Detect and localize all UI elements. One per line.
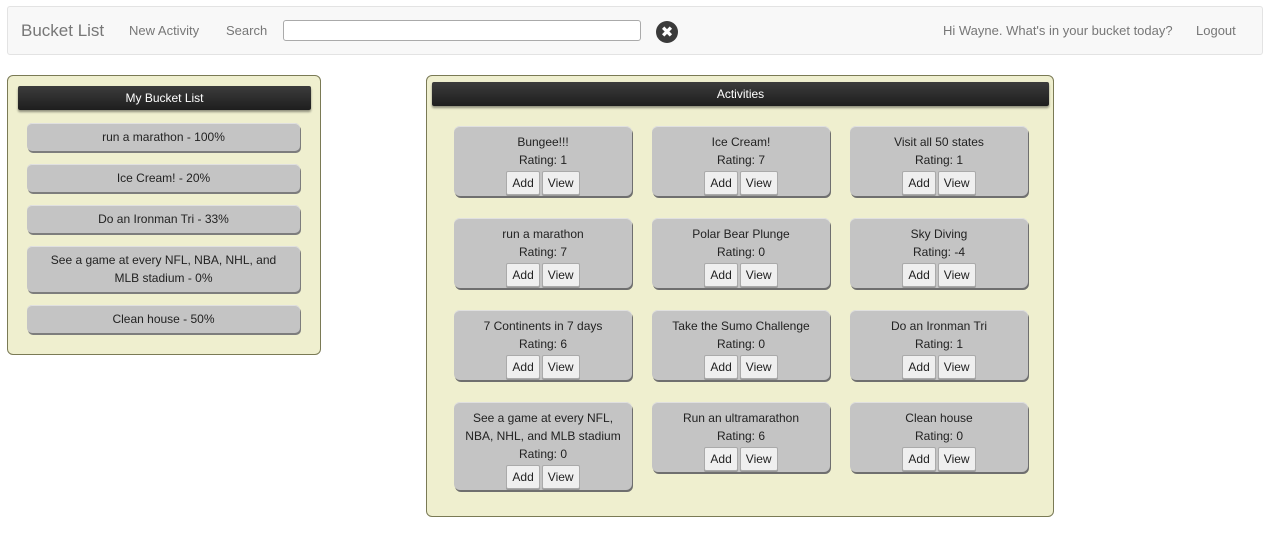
view-button[interactable]: View (541, 171, 580, 195)
activity-card: Bungee!!! Rating: 1 Add View (454, 126, 632, 196)
view-button[interactable]: View (541, 263, 580, 287)
view-button[interactable]: View (541, 355, 580, 379)
view-button[interactable]: View (739, 171, 778, 195)
view-button[interactable]: View (937, 263, 976, 287)
activity-name: Visit all 50 states (894, 135, 984, 149)
navbar: Bucket List New Activity Search ✖ Hi Way… (7, 6, 1263, 55)
activity-rating: Rating: 0 (518, 447, 568, 461)
activity-rating: Rating: 1 (518, 153, 568, 167)
activity-rating: Rating: 0 (716, 337, 766, 351)
activity-card: Visit all 50 states Rating: 1 Add View (850, 126, 1028, 196)
bucket-list-title: My Bucket List (18, 86, 311, 110)
view-button[interactable]: View (937, 355, 976, 379)
add-button[interactable]: Add (902, 171, 936, 195)
brand-link[interactable]: Bucket List (21, 21, 104, 41)
activity-name: Run an ultramarathon (682, 411, 800, 425)
add-button[interactable]: Add (902, 355, 936, 379)
activity-name: 7 Continents in 7 days (483, 319, 603, 333)
activity-name: run a marathon (502, 227, 584, 241)
add-button[interactable]: Add (506, 355, 540, 379)
add-button[interactable]: Add (704, 447, 738, 471)
activities-panel: Activities Bungee!!! Rating: 1 Add View I… (426, 75, 1054, 517)
activity-rating: Rating: 0 (914, 429, 964, 443)
clear-search-icon[interactable]: ✖ (656, 21, 678, 43)
bucket-item[interactable]: Ice Cream! - 20% (27, 164, 300, 192)
bucket-item[interactable]: See a game at every NFL, NBA, NHL, and M… (27, 246, 300, 292)
add-button[interactable]: Add (902, 263, 936, 287)
bucket-item[interactable]: Clean house - 50% (27, 305, 300, 333)
activity-rating: Rating: 7 (716, 153, 766, 167)
add-button[interactable]: Add (704, 355, 738, 379)
activity-card: Sky Diving Rating: -4 Add View (850, 218, 1028, 288)
activity-name: Take the Sumo Challenge (672, 319, 810, 333)
activity-name: Polar Bear Plunge (692, 227, 790, 241)
activity-card: Ice Cream! Rating: 7 Add View (652, 126, 830, 196)
activity-card: Clean house Rating: 0 Add View (850, 402, 1028, 472)
activity-card: See a game at every NFL, NBA, NHL, and M… (454, 402, 632, 490)
activity-rating: Rating: 7 (518, 245, 568, 259)
add-button[interactable]: Add (506, 263, 540, 287)
view-button[interactable]: View (541, 465, 580, 489)
activity-name: Sky Diving (910, 227, 968, 241)
activity-rating: Rating: 6 (518, 337, 568, 351)
activity-rating: Rating: 1 (914, 153, 964, 167)
activity-card: Polar Bear Plunge Rating: 0 Add View (652, 218, 830, 288)
activity-rating: Rating: 1 (914, 337, 964, 351)
add-button[interactable]: Add (704, 263, 738, 287)
activity-rating: Rating: 0 (716, 245, 766, 259)
logout-link[interactable]: Logout (1196, 23, 1236, 38)
view-button[interactable]: View (937, 447, 976, 471)
activity-name: Clean house (905, 411, 973, 425)
add-button[interactable]: Add (506, 171, 540, 195)
activity-name: See a game at every NFL, NBA, NHL, and M… (465, 411, 621, 443)
search-label: Search (226, 23, 268, 38)
search-input[interactable] (283, 20, 641, 41)
view-button[interactable]: View (739, 263, 778, 287)
add-button[interactable]: Add (704, 171, 738, 195)
greeting-text: Hi Wayne. What's in your bucket today? (943, 23, 1173, 38)
view-button[interactable]: View (739, 355, 778, 379)
activity-card: 7 Continents in 7 days Rating: 6 Add View (454, 310, 632, 380)
view-button[interactable]: View (739, 447, 778, 471)
activity-name: Ice Cream! (711, 135, 771, 149)
view-button[interactable]: View (937, 171, 976, 195)
activity-name: Do an Ironman Tri (890, 319, 988, 333)
activity-rating: Rating: 6 (716, 429, 766, 443)
bucket-list-panel: My Bucket List run a marathon - 100% Ice… (7, 75, 321, 355)
activity-card: Do an Ironman Tri Rating: 1 Add View (850, 310, 1028, 380)
activity-card: run a marathon Rating: 7 Add View (454, 218, 632, 288)
new-activity-link[interactable]: New Activity (129, 23, 199, 38)
activity-name: Bungee!!! (517, 135, 569, 149)
add-button[interactable]: Add (902, 447, 936, 471)
bucket-item[interactable]: run a marathon - 100% (27, 123, 300, 151)
add-button[interactable]: Add (506, 465, 540, 489)
activity-rating: Rating: -4 (912, 245, 966, 259)
activity-card: Take the Sumo Challenge Rating: 0 Add Vie… (652, 310, 830, 380)
activities-title: Activities (432, 82, 1049, 106)
bucket-item[interactable]: Do an Ironman Tri - 33% (27, 205, 300, 233)
activity-card: Run an ultramarathon Rating: 6 Add View (652, 402, 830, 472)
